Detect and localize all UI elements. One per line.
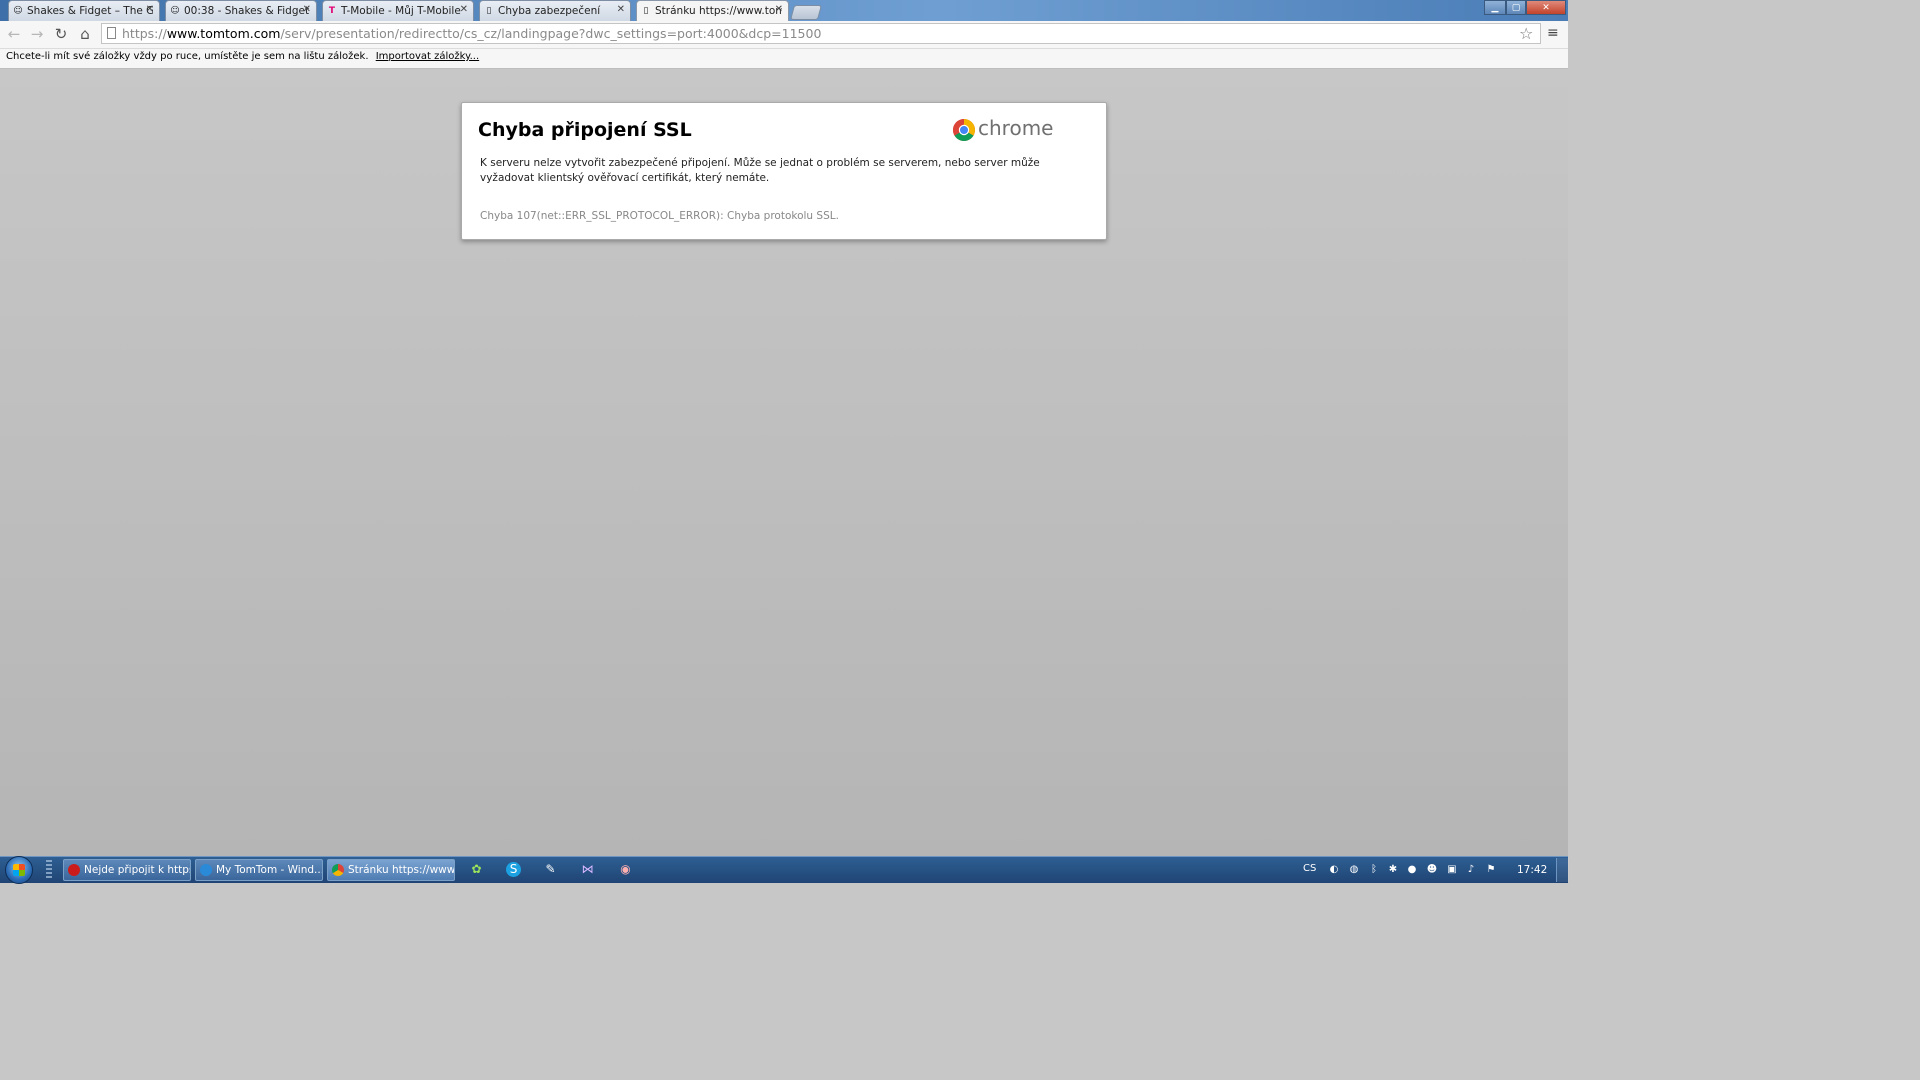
- address-bar[interactable]: https://www.tomtom.com/serv/presentation…: [101, 23, 1541, 44]
- tab-chyba-zabezpeceni[interactable]: ▯ Chyba zabezpečení ✕: [479, 0, 631, 21]
- error-code: Chyba 107(net::ERR_SSL_PROTOCOL_ERROR): …: [480, 210, 839, 222]
- start-button[interactable]: [5, 856, 33, 884]
- sync-icon[interactable]: ◐: [1328, 864, 1340, 876]
- taskbar-button-opera[interactable]: Nejde připojit k https...: [63, 859, 191, 881]
- page-icon: ▯: [643, 6, 649, 16]
- import-bookmarks-link[interactable]: Importovat záložky...: [376, 51, 479, 62]
- close-icon[interactable]: ✕: [617, 4, 625, 15]
- back-arrow-icon[interactable]: ←: [4, 24, 24, 44]
- windows-logo-icon: [13, 864, 25, 876]
- browser-toolbar: ← → ↻ ⌂ https://www.tomtom.com/serv/pres…: [0, 21, 1568, 49]
- action-center-flag-icon[interactable]: ⚑: [1485, 864, 1497, 876]
- taskbar-button-label: Nejde připojit k https...: [84, 864, 190, 876]
- page-icon: [107, 27, 116, 39]
- tmobile-icon: T: [328, 6, 336, 16]
- icq-icon[interactable]: ✿: [469, 862, 484, 877]
- user-icon[interactable]: ☻: [1426, 864, 1438, 876]
- network-icon[interactable]: ▣: [1446, 864, 1458, 876]
- media-icon[interactable]: ◉: [618, 862, 633, 877]
- tab-shakes-fidget-1[interactable]: ☺ Shakes & Fidget – The Ga ✕: [8, 0, 160, 21]
- new-tab-button[interactable]: [789, 5, 823, 20]
- maximize-button[interactable]: ▢: [1506, 0, 1526, 15]
- taskbar-button-ie[interactable]: My TomTom - Wind...: [195, 859, 323, 881]
- home-icon[interactable]: ⌂: [75, 24, 95, 44]
- reload-icon[interactable]: ↻: [51, 24, 71, 44]
- taskbar-button-chrome[interactable]: Stránku https://www....: [327, 859, 455, 881]
- chrome-icon: [332, 864, 344, 876]
- bookmark-star-icon[interactable]: ☆: [1519, 24, 1533, 43]
- visual-studio-icon[interactable]: ⋈: [580, 862, 595, 877]
- tray-status-icon[interactable]: ●: [1406, 864, 1418, 876]
- taskbar-button-label: Stránku https://www....: [348, 864, 455, 876]
- tab-title: T-Mobile - Můj T-Mobile: [341, 5, 461, 17]
- tab-title: Stránku https://www.tom: [655, 5, 782, 17]
- page-icon: ▯: [486, 6, 492, 16]
- chrome-wordmark: chrome: [978, 116, 1054, 140]
- tab-shakes-fidget-2[interactable]: ☺ 00:38 - Shakes & Fidget - ✕: [165, 0, 317, 21]
- url-scheme: https://: [122, 26, 167, 41]
- skype-icon[interactable]: S: [506, 862, 521, 877]
- tab-title: 00:38 - Shakes & Fidget -: [184, 5, 310, 17]
- ie-icon: [200, 864, 212, 876]
- chrome-icon: [953, 119, 975, 141]
- language-indicator[interactable]: CS: [1303, 863, 1316, 874]
- url-path: /serv/presentation/redirectto/cs_cz/land…: [280, 26, 822, 41]
- close-icon[interactable]: ✕: [303, 4, 311, 15]
- close-icon[interactable]: ✕: [775, 4, 783, 15]
- bookmark-bar-prompt: Chcete-li mít své záložky vždy po ruce, …: [6, 51, 369, 62]
- url-host: www.tomtom.com: [166, 26, 281, 41]
- ssl-error-box: Chyba připojení SSL chrome K serveru nel…: [461, 102, 1107, 240]
- error-description: K serveru nelze vytvořit zabezpečené při…: [480, 157, 1040, 184]
- forward-arrow-icon[interactable]: →: [27, 24, 47, 44]
- error-title: Chyba připojení SSL: [478, 119, 692, 141]
- show-desktop-button[interactable]: [1556, 858, 1569, 882]
- windows-taskbar: Nejde připojit k https... My TomTom - Wi…: [0, 856, 1569, 884]
- tab-title: Chyba zabezpečení: [498, 5, 601, 17]
- close-window-button[interactable]: ✕: [1526, 0, 1566, 15]
- bookmark-bar: Chcete-li mít své záložky vždy po ruce, …: [0, 49, 1568, 69]
- tab-title: Shakes & Fidget – The Ga: [27, 5, 153, 17]
- volume-icon[interactable]: ♪: [1465, 864, 1477, 876]
- notepad-icon[interactable]: ✎: [543, 862, 558, 877]
- tab-tmobile[interactable]: T T-Mobile - Můj T-Mobile ✕: [322, 0, 474, 21]
- minimize-button[interactable]: ▁: [1484, 0, 1506, 15]
- opera-icon: [68, 864, 80, 876]
- clock[interactable]: 17:42: [1517, 864, 1547, 876]
- shakes-fidget-icon: ☺: [170, 6, 180, 16]
- tab-strip: ☺ Shakes & Fidget – The Ga ✕ ☺ 00:38 - S…: [0, 0, 1568, 21]
- menu-icon[interactable]: ≡: [1547, 25, 1559, 41]
- close-icon[interactable]: ✕: [460, 4, 468, 15]
- taskbar-grip: [46, 860, 52, 880]
- bluetooth-icon[interactable]: ᛒ: [1368, 864, 1380, 876]
- tab-active-tomtom[interactable]: ▯ Stránku https://www.tom ✕: [636, 0, 789, 21]
- shakes-fidget-icon: ☺: [13, 6, 23, 16]
- network-globe-icon[interactable]: ◍: [1348, 864, 1360, 876]
- tray-app-icon[interactable]: ✱: [1387, 864, 1399, 876]
- close-icon[interactable]: ✕: [146, 4, 154, 15]
- taskbar-button-label: My TomTom - Wind...: [216, 864, 323, 876]
- page-content: Chyba připojení SSL chrome K serveru nel…: [0, 70, 1568, 856]
- chrome-logo: chrome: [952, 115, 1054, 143]
